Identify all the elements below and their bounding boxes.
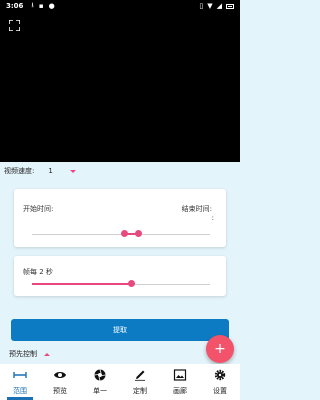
pencil-icon: [135, 370, 145, 381]
nav-item-gallery[interactable]: 画廊: [160, 364, 200, 400]
frame-rate-card: 帧每 2 秒: [14, 256, 226, 296]
nav-label: 单一: [93, 387, 107, 395]
battery-icon: [226, 3, 234, 9]
aperture-icon: [94, 369, 106, 381]
chevron-down-icon[interactable]: [69, 169, 76, 173]
range-start-thumb[interactable]: [121, 230, 129, 237]
status-bar: 3:06 ⭳ ▪ ● ▯ ▼ ◢: [0, 0, 240, 12]
nav-item-range[interactable]: 范围: [0, 364, 40, 400]
gear-icon: [214, 369, 226, 381]
extract-button[interactable]: 提取: [11, 319, 229, 341]
nav-item-single[interactable]: 单一: [80, 364, 120, 400]
end-time-value: :: [211, 214, 214, 222]
eye-icon: [54, 372, 66, 378]
preview-control-toggle[interactable]: 预先控制: [9, 349, 50, 359]
nav-item-custom[interactable]: 定制: [120, 364, 160, 400]
download-icon: ⭳: [31, 0, 34, 9]
preview-control-label: 预先控制: [9, 350, 37, 358]
frame-rate-slider-fill: [32, 283, 132, 285]
nav-item-settings[interactable]: 设置: [200, 364, 240, 400]
nav-label: 定制: [133, 387, 147, 395]
circle-icon: ●: [48, 2, 55, 10]
nav-label: 画廊: [173, 387, 187, 395]
nav-label: 预览: [53, 387, 67, 395]
gallery-icon: [173, 369, 187, 381]
add-button[interactable]: +: [206, 335, 234, 363]
vibrate-icon: ▯: [199, 2, 204, 10]
speed-value[interactable]: 1: [48, 167, 52, 175]
speed-selector[interactable]: 视频速度: 1: [4, 165, 76, 177]
status-time: 3:06: [6, 2, 24, 10]
nav-item-preview[interactable]: 预览: [40, 364, 80, 400]
range-icon: [13, 372, 27, 378]
frame-rate-thumb[interactable]: [128, 280, 136, 287]
frame-rate-label: 帧每 2 秒: [23, 268, 53, 276]
end-time-label: 结束时间:: [181, 205, 212, 213]
wifi-icon: ▼: [207, 2, 213, 10]
signal-icon: ◢: [216, 2, 222, 10]
range-end-thumb[interactable]: [135, 230, 143, 237]
nav-label: 范围: [13, 387, 27, 395]
chevron-up-icon[interactable]: [44, 352, 50, 356]
nav-label: 设置: [213, 387, 227, 395]
bottom-navigation: 范围 预览 单一 定制 画廊 设置: [0, 364, 240, 400]
start-time-label: 开始时间:: [23, 205, 54, 213]
speed-label: 视频速度:: [4, 167, 35, 175]
time-range-card: 开始时间: 结束时间: :: [14, 189, 226, 247]
fullscreen-icon[interactable]: [9, 20, 20, 31]
notification-icon: ▪: [38, 2, 44, 10]
video-player[interactable]: [0, 12, 240, 162]
